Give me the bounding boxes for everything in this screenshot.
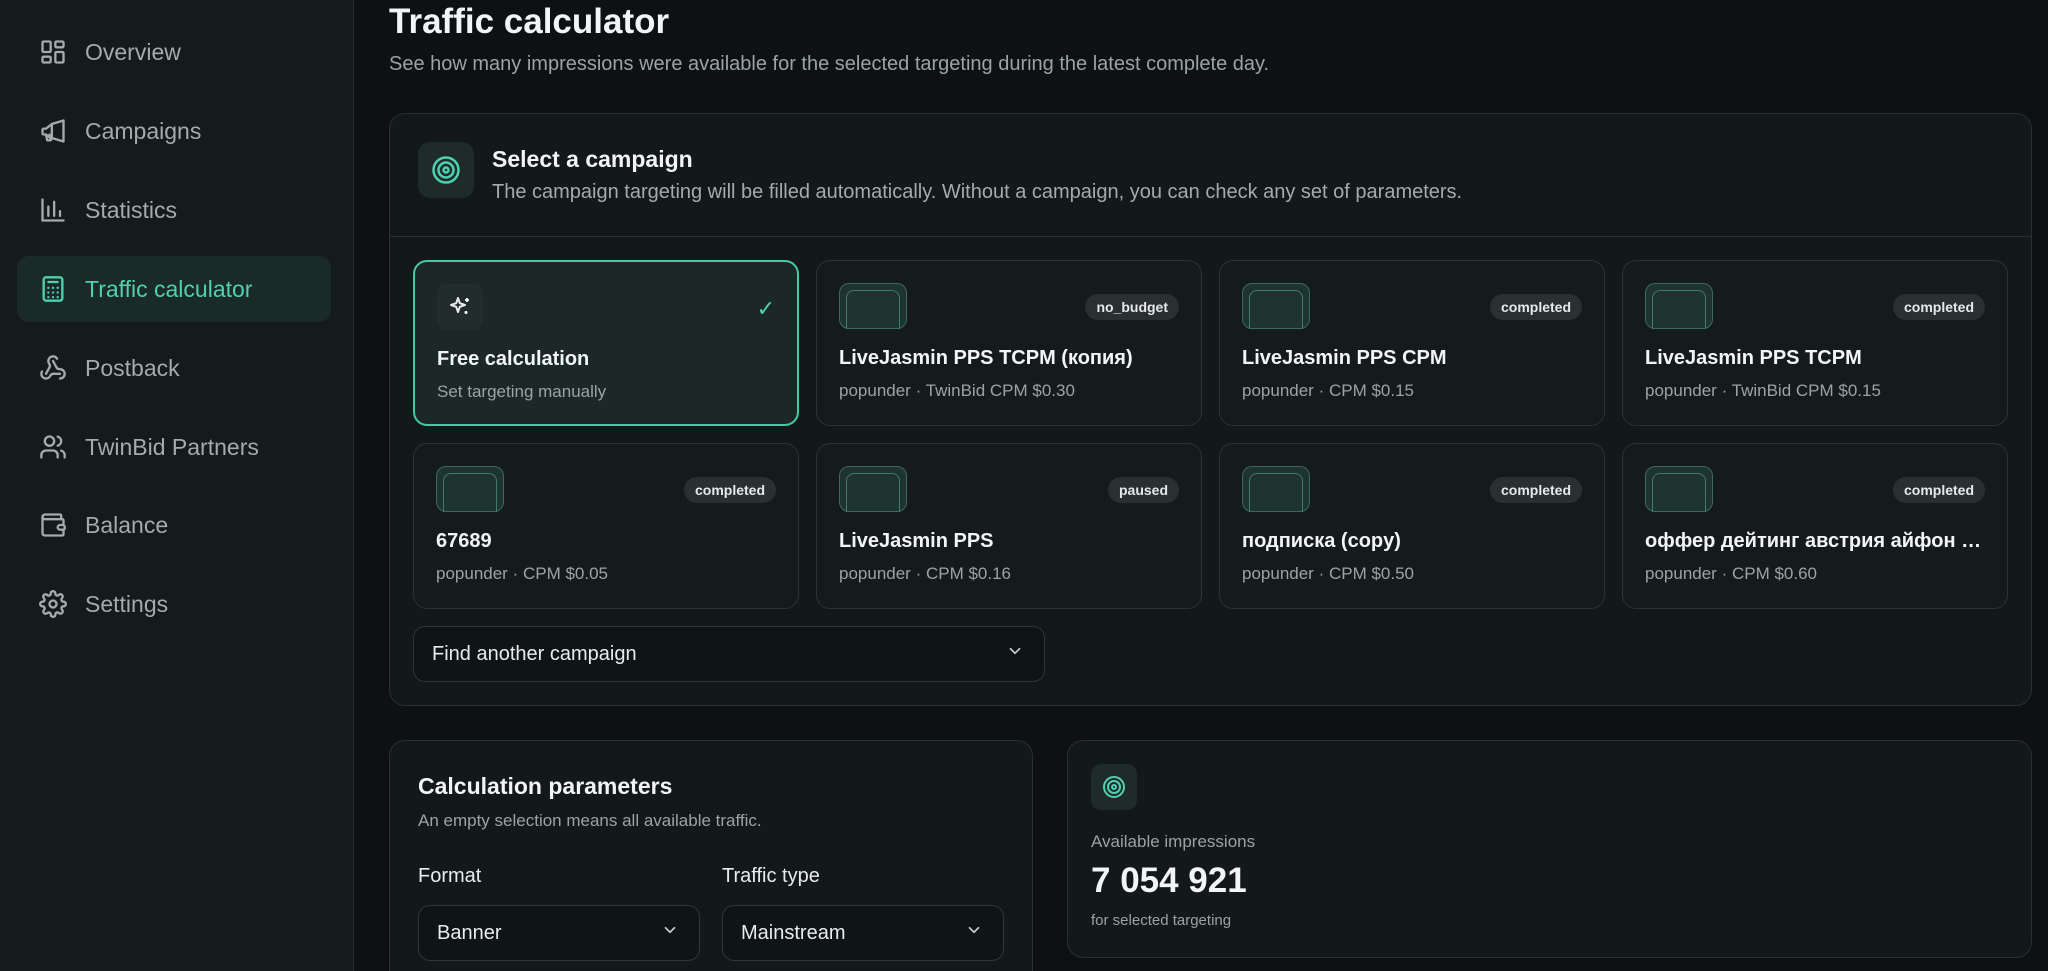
- sidebar-item-label: Overview: [85, 38, 181, 65]
- grid-icon: [39, 38, 67, 66]
- sidebar-item-label: Postback: [85, 354, 180, 381]
- campaign-thumbnail: [1645, 283, 1713, 329]
- card-name: LiveJasmin PPS TCPM (копия): [839, 347, 1133, 369]
- wallet-icon: [39, 511, 67, 539]
- target-icon: [1091, 764, 1137, 810]
- card-meta: popunder · CPM $0.60: [1645, 564, 1817, 583]
- card-name: подписка (copy): [1242, 530, 1401, 552]
- sidebar-item-traffic-calculator[interactable]: Traffic calculator: [17, 256, 331, 322]
- card-name: Free calculation: [437, 348, 590, 370]
- chevron-down-icon: [661, 921, 679, 945]
- card-name: оффер дейтинг австрия айфон …: [1645, 530, 1982, 552]
- sidebar-item-label: TwinBid Partners: [85, 433, 259, 460]
- format-label: Format: [418, 865, 482, 887]
- campaign-thumbnail: [1242, 466, 1310, 512]
- page-subtitle: See how many impressions were available …: [389, 53, 1270, 75]
- status-badge: completed: [1892, 294, 1985, 320]
- calculator-icon: [39, 275, 67, 303]
- bar-chart-icon: [39, 196, 67, 224]
- campaign-select-panel: Select a campaign The campaign targeting…: [389, 113, 2032, 706]
- campaign-thumbnail: [839, 466, 907, 512]
- traffic-type-label: Traffic type: [722, 865, 820, 887]
- campaign-card[interactable]: completed подписка (copy) popunder · CPM…: [1219, 443, 1605, 609]
- campaign-thumbnail: [839, 283, 907, 329]
- campaign-card[interactable]: completed оффер дейтинг австрия айфон … …: [1622, 443, 2008, 609]
- check-icon: ✓: [756, 296, 775, 321]
- sidebar-item-label: Traffic calculator: [85, 275, 253, 302]
- campaign-card[interactable]: paused LiveJasmin PPS popunder · CPM $0.…: [816, 443, 1202, 609]
- format-select[interactable]: Banner: [418, 905, 700, 961]
- sidebar-item-twinbid-partners[interactable]: TwinBid Partners: [17, 414, 331, 480]
- campaign-card-free-calculation[interactable]: ✓ Free calculation Set targeting manuall…: [413, 260, 799, 426]
- sidebar-item-label: Campaigns: [85, 117, 202, 144]
- result-label: Available impressions: [1091, 832, 1256, 851]
- available-impressions-panel: Available impressions 7 054 921 for sele…: [1067, 740, 2032, 958]
- traffic-type-select[interactable]: Mainstream: [722, 905, 1004, 961]
- chevron-down-icon: [1006, 642, 1024, 666]
- campaign-thumbnail: [1242, 283, 1310, 329]
- find-campaign-label: Find another campaign: [432, 642, 637, 665]
- sidebar-item-balance[interactable]: Balance: [17, 492, 331, 558]
- campaign-card[interactable]: completed 67689 popunder · CPM $0.05: [413, 443, 799, 609]
- divider: [390, 236, 2031, 237]
- campaign-select-title: Select a campaign: [492, 146, 693, 172]
- sparkles-icon: [437, 284, 483, 330]
- find-campaign-select[interactable]: Find another campaign: [413, 626, 1045, 682]
- card-name: LiveJasmin PPS CPM: [1242, 347, 1447, 369]
- params-title: Calculation parameters: [418, 773, 673, 799]
- status-badge: completed: [1892, 477, 1985, 503]
- target-icon: [418, 142, 474, 198]
- status-badge: no_budget: [1085, 294, 1179, 320]
- sidebar-item-label: Balance: [85, 511, 169, 538]
- sidebar-item-campaigns[interactable]: Campaigns: [17, 98, 331, 164]
- megaphone-icon: [39, 117, 67, 145]
- card-name: LiveJasmin PPS: [839, 530, 994, 552]
- sidebar-item-settings[interactable]: Settings: [17, 571, 331, 637]
- card-meta: popunder · CPM $0.50: [1242, 564, 1414, 583]
- impressions-value: 7 054 921: [1091, 861, 1247, 900]
- card-meta: popunder · CPM $0.05: [436, 564, 608, 583]
- card-meta: popunder · CPM $0.16: [839, 564, 1011, 583]
- campaign-card[interactable]: completed LiveJasmin PPS CPM popunder · …: [1219, 260, 1605, 426]
- status-badge: completed: [1489, 477, 1582, 503]
- campaign-card[interactable]: completed LiveJasmin PPS TCPM popunder ·…: [1622, 260, 2008, 426]
- sidebar-item-statistics[interactable]: Statistics: [17, 177, 331, 243]
- card-meta: popunder · TwinBid CPM $0.30: [839, 381, 1075, 400]
- sidebar-item-postback[interactable]: Postback: [17, 335, 331, 401]
- gear-icon: [39, 590, 67, 618]
- users-icon: [39, 433, 67, 461]
- sidebar-item-label: Settings: [85, 590, 169, 617]
- card-meta: popunder · CPM $0.15: [1242, 381, 1414, 400]
- chevron-down-icon: [965, 921, 983, 945]
- status-badge: completed: [683, 477, 776, 503]
- sidebar: Overview Campaigns Statistics Traffic ca…: [0, 0, 354, 971]
- campaign-card[interactable]: no_budget LiveJasmin PPS TCPM (копия) po…: [816, 260, 1202, 426]
- format-value: Banner: [437, 921, 502, 944]
- status-badge: paused: [1107, 477, 1179, 503]
- card-name: LiveJasmin PPS TCPM: [1645, 347, 1862, 369]
- card-name: 67689: [436, 530, 492, 552]
- sidebar-item-label: Statistics: [85, 196, 178, 223]
- campaign-thumbnail: [436, 466, 504, 512]
- result-footnote: for selected targeting: [1091, 912, 1232, 929]
- campaign-select-subtitle: The campaign targeting will be filled au…: [492, 181, 1463, 203]
- webhook-icon: [39, 354, 67, 382]
- card-meta: Set targeting manually: [437, 382, 607, 401]
- card-meta: popunder · TwinBid CPM $0.15: [1645, 381, 1881, 400]
- calculation-parameters-panel: Calculation parameters An empty selectio…: [389, 740, 1033, 971]
- sidebar-item-overview[interactable]: Overview: [17, 19, 331, 85]
- page-title: Traffic calculator: [389, 2, 670, 41]
- campaign-thumbnail: [1645, 466, 1713, 512]
- params-subtitle: An empty selection means all available t…: [418, 811, 762, 830]
- status-badge: completed: [1489, 294, 1582, 320]
- traffic-type-value: Mainstream: [741, 921, 846, 944]
